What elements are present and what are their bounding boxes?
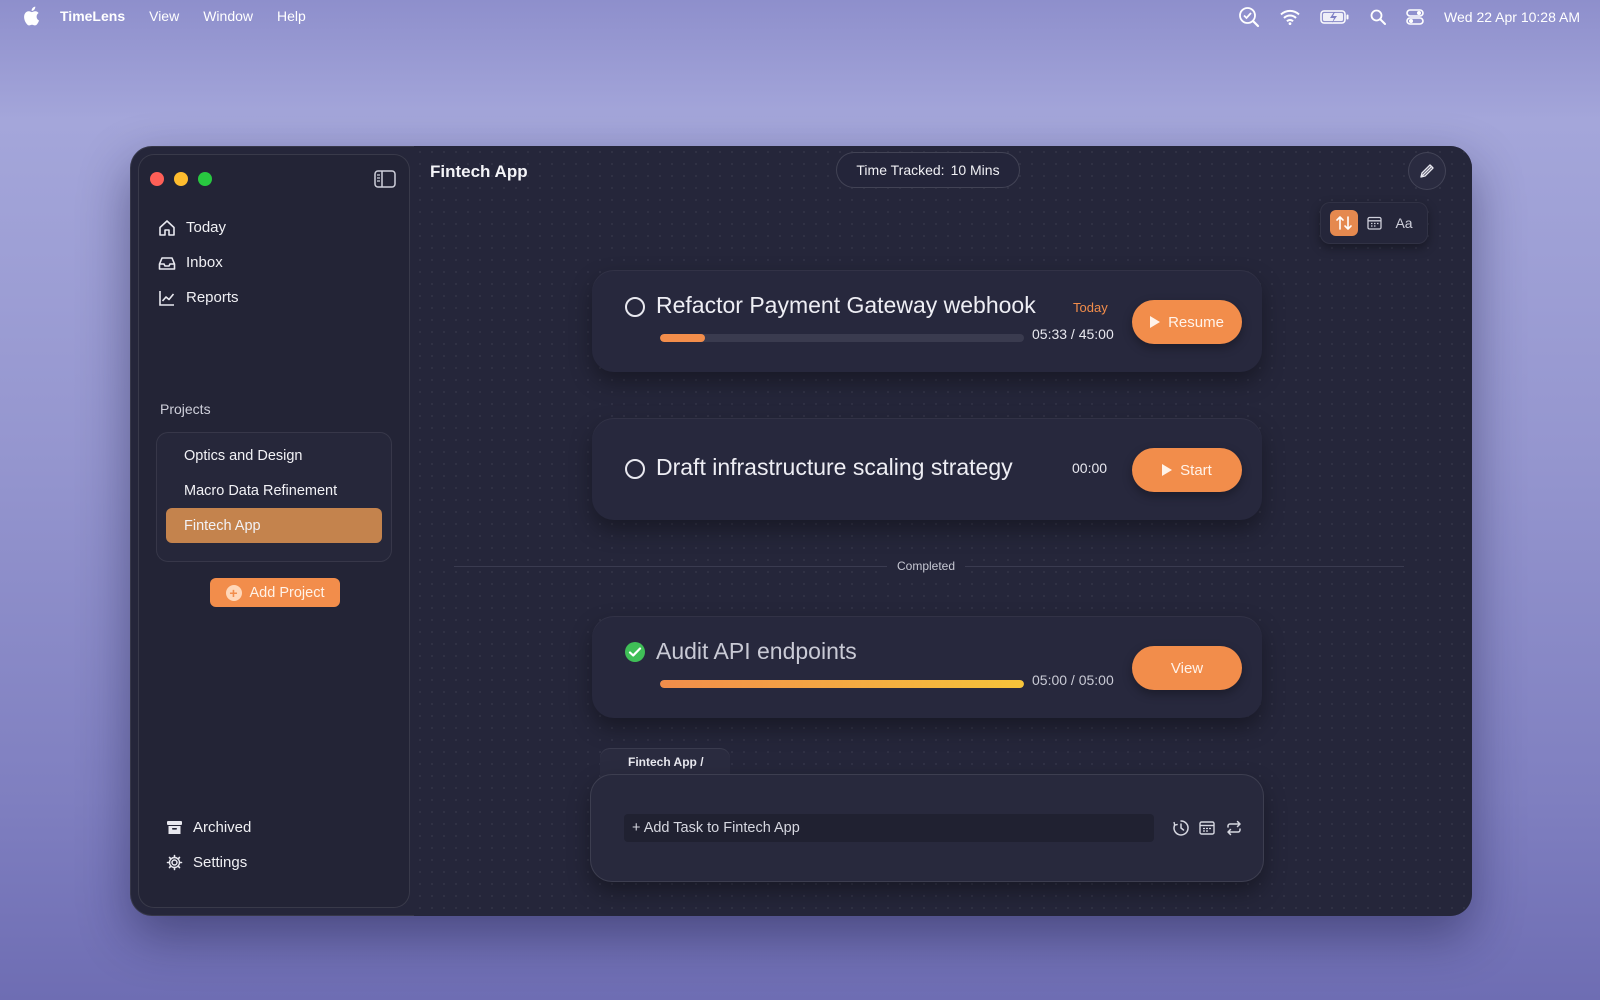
task-checkbox[interactable]: [625, 459, 645, 479]
timer-icon[interactable]: [1172, 819, 1190, 837]
calendar-icon[interactable]: [1198, 819, 1216, 837]
composer-project-tab[interactable]: Fintech App /: [600, 748, 730, 776]
play-icon: [1162, 464, 1173, 476]
play-icon: [1150, 316, 1161, 328]
add-project-button[interactable]: + Add Project: [210, 578, 340, 607]
view-button[interactable]: View: [1132, 646, 1242, 690]
sidebar-item-archived[interactable]: Archived: [166, 810, 251, 845]
home-icon: [159, 219, 175, 236]
add-task-input[interactable]: [624, 814, 1154, 842]
close-window-button[interactable]: [150, 172, 164, 186]
zoom-window-button[interactable]: [198, 172, 212, 186]
sort-icon: [1336, 216, 1352, 230]
sidebar-item-reports[interactable]: Reports: [158, 280, 239, 315]
app-window: Today Inbox Reports Projects Optics and …: [130, 146, 1472, 916]
sidebar-nav: Today Inbox Reports: [158, 210, 239, 315]
project-item-macro-data-refinement[interactable]: Macro Data Refinement: [166, 473, 382, 508]
task-card: Draft infrastructure scaling strategy 00…: [592, 418, 1262, 520]
menu-view[interactable]: View: [149, 8, 179, 24]
progress-fill: [660, 680, 1024, 688]
menu-app-name[interactable]: TimeLens: [60, 8, 125, 24]
sidebar-item-label: Today: [186, 219, 227, 236]
time-tracked-pill[interactable]: Time Tracked: 10 Mins: [836, 152, 1020, 188]
battery-charging-icon[interactable]: [1320, 10, 1350, 24]
gear-icon: [166, 854, 183, 871]
spotlight-search-icon[interactable]: [1370, 9, 1387, 25]
completed-label: Completed: [887, 559, 966, 573]
calendar-icon: [1366, 216, 1382, 230]
sidebar-item-label: Reports: [186, 289, 239, 306]
pencil-icon: [1420, 164, 1434, 178]
sidebar-item-inbox[interactable]: Inbox: [158, 245, 239, 280]
calendar-toggle-button[interactable]: [1360, 210, 1388, 236]
time-tracked-label: Time Tracked:: [856, 162, 945, 178]
time-tracked-value: 10 Mins: [950, 162, 1000, 178]
wifi-icon[interactable]: [1280, 9, 1300, 25]
inbox-icon: [158, 256, 176, 270]
start-button[interactable]: Start: [1132, 448, 1242, 492]
font-toggle-button[interactable]: Aa: [1390, 210, 1418, 236]
task-timer: 00:00: [1072, 460, 1108, 476]
sidebar-item-today[interactable]: Today: [158, 210, 239, 245]
view-toggle-group: Aa: [1320, 202, 1428, 244]
edit-button[interactable]: [1408, 152, 1446, 190]
window-controls: [150, 172, 212, 186]
resume-button-label: Resume: [1168, 313, 1224, 331]
apple-logo-icon[interactable]: [22, 6, 40, 26]
sidebar: Today Inbox Reports Projects Optics and …: [138, 154, 410, 908]
project-item-fintech-app[interactable]: Fintech App: [166, 508, 382, 543]
checkmark-icon: [628, 647, 642, 657]
plus-circle-icon: +: [225, 584, 242, 601]
task-due-label: Today: [1073, 300, 1108, 315]
task-card: Refactor Payment Gateway webhook Today 0…: [592, 270, 1262, 372]
menu-help[interactable]: Help: [277, 8, 306, 24]
task-timer: 05:33 / 45:00: [1032, 326, 1114, 342]
add-project-label: Add Project: [249, 584, 325, 601]
sidebar-bottom-nav: Archived Settings: [166, 810, 251, 880]
menu-clock[interactable]: Wed 22 Apr 10:28 AM: [1444, 9, 1580, 25]
menu-bar: TimeLens View Window Help Wed 22 Apr 10:…: [0, 0, 1600, 32]
timelens-status-icon[interactable]: [1238, 6, 1260, 28]
page-title: Fintech App: [430, 162, 528, 181]
sidebar-item-label: Inbox: [186, 254, 223, 271]
add-task-composer: [590, 774, 1264, 882]
task-progress-bar: [660, 680, 1024, 688]
project-item-optics-and-design[interactable]: Optics and Design: [166, 438, 382, 473]
sidebar-item-label: Settings: [193, 854, 248, 871]
sort-toggle-button[interactable]: [1330, 210, 1358, 236]
task-timer: 05:00 / 05:00: [1032, 672, 1114, 688]
chart-icon: [159, 290, 175, 306]
start-button-label: Start: [1180, 461, 1212, 479]
projects-heading: Projects: [160, 401, 211, 417]
task-progress-bar: [660, 334, 1024, 342]
task-checkbox[interactable]: [625, 297, 645, 317]
task-title[interactable]: Refactor Payment Gateway webhook: [656, 292, 1036, 319]
task-checkbox-checked[interactable]: [625, 642, 645, 662]
task-title[interactable]: Draft infrastructure scaling strategy: [656, 454, 1013, 481]
projects-list: Optics and Design Macro Data Refinement …: [156, 432, 392, 562]
resume-button[interactable]: Resume: [1132, 300, 1242, 344]
progress-fill: [660, 334, 705, 342]
sidebar-toggle-icon[interactable]: [374, 170, 396, 188]
task-card-completed: Audit API endpoints 05:00 / 05:00 View: [592, 616, 1262, 718]
menu-window[interactable]: Window: [203, 8, 253, 24]
repeat-icon[interactable]: [1225, 819, 1243, 837]
sidebar-item-settings[interactable]: Settings: [166, 845, 251, 880]
control-center-icon[interactable]: [1406, 9, 1424, 25]
sidebar-item-label: Archived: [193, 819, 252, 836]
task-title[interactable]: Audit API endpoints: [656, 638, 857, 665]
archive-icon: [167, 821, 182, 834]
main-content: Fintech App Time Tracked: 10 Mins Aa Ref…: [414, 146, 1472, 916]
minimize-window-button[interactable]: [174, 172, 188, 186]
